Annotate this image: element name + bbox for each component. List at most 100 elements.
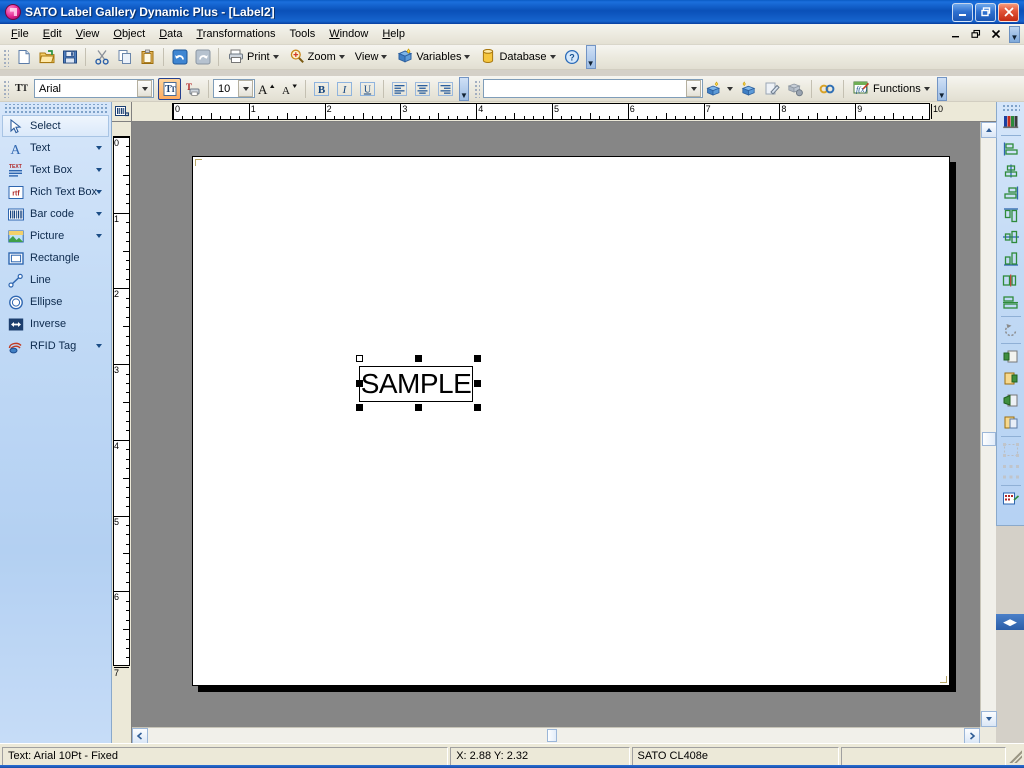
horizontal-ruler[interactable]: 0 1 2 3 4 5 6 7 8 9 10 (132, 102, 996, 122)
mdi-restore-button[interactable] (969, 27, 983, 41)
scroll-right-arrow[interactable] (964, 728, 980, 744)
format-toolbar-overflow[interactable]: ▼ (459, 76, 469, 101)
menu-view[interactable]: View (69, 26, 107, 42)
italic-icon[interactable]: I (333, 78, 356, 100)
vertical-scroll-thumb[interactable] (982, 432, 996, 446)
bring-to-front-icon[interactable] (999, 346, 1023, 368)
align-middle-objects-icon[interactable] (999, 226, 1023, 248)
label-canvas[interactable]: SAMPLE (132, 122, 980, 727)
open-icon[interactable] (35, 46, 58, 68)
font-size-combo[interactable]: 10 (213, 79, 255, 98)
distribute-vertical-icon[interactable] (999, 292, 1023, 314)
toolbox-item-picture[interactable]: Picture (2, 225, 109, 247)
send-backward-icon[interactable] (999, 412, 1023, 434)
variables-dropdown[interactable]: Variables (392, 45, 475, 70)
chevron-down-icon[interactable] (338, 55, 345, 59)
new-variable-icon[interactable] (738, 78, 761, 100)
selection-handle-mid-left[interactable] (356, 380, 363, 387)
chevron-down-icon[interactable] (923, 86, 930, 91)
align-bottom-objects-icon[interactable] (999, 248, 1023, 270)
chevron-down-icon[interactable] (96, 146, 102, 150)
variable-combo[interactable] (483, 79, 703, 98)
selection-handle-rotate[interactable] (356, 355, 363, 362)
variable-toolbar-grip[interactable] (473, 79, 480, 98)
align-right-icon[interactable] (434, 78, 457, 100)
align-right-objects-icon[interactable] (999, 182, 1023, 204)
horizontal-scrollbar[interactable] (132, 727, 980, 744)
rotate-icon[interactable] (999, 319, 1023, 341)
font-size-dropdown-arrow[interactable] (238, 80, 253, 97)
selection-handle-top-center[interactable] (415, 355, 422, 362)
bold-icon[interactable]: B (310, 78, 333, 100)
chevron-down-icon[interactable] (272, 55, 279, 59)
menu-data[interactable]: Data (152, 26, 189, 42)
save-icon[interactable] (58, 46, 81, 68)
variable-toolbar-overflow[interactable]: ▼ (936, 76, 947, 101)
toolbox-item-select[interactable]: Select (2, 115, 109, 137)
copy-icon[interactable] (113, 46, 136, 68)
menu-tools[interactable]: Tools (283, 26, 323, 42)
toolbox-item-line[interactable]: Line (2, 269, 109, 291)
font-name-dropdown-arrow[interactable] (137, 80, 152, 97)
toolbar-grip[interactable] (2, 47, 9, 67)
selection-handle-bottom-left[interactable] (356, 404, 363, 411)
link-variable-icon[interactable] (816, 78, 839, 100)
decrease-font-icon[interactable]: A (278, 78, 301, 100)
ruler-corner-button[interactable] (112, 102, 132, 122)
label-page[interactable]: SAMPLE (192, 156, 950, 686)
close-button[interactable] (998, 2, 1019, 22)
align-toolbar-grip[interactable] (1001, 104, 1020, 111)
redo-icon[interactable] (191, 46, 214, 68)
group-objects-icon[interactable] (999, 439, 1023, 461)
selection-handle-bottom-center[interactable] (415, 404, 422, 411)
increase-font-icon[interactable]: A (255, 78, 278, 100)
align-left-objects-icon[interactable] (999, 138, 1023, 160)
menu-transformations[interactable]: Transformations (189, 26, 282, 42)
printer-font-icon[interactable]: T (181, 78, 204, 100)
object-properties-icon[interactable] (999, 488, 1023, 510)
menu-file[interactable]: File (4, 26, 36, 42)
selection-handle-bottom-right[interactable] (474, 404, 481, 411)
distribute-horizontal-icon[interactable] (999, 270, 1023, 292)
print-dropdown[interactable]: Print (223, 45, 284, 70)
zoom-dropdown[interactable]: Zoom (284, 45, 350, 70)
vertical-scrollbar[interactable] (980, 122, 997, 727)
chevron-down-icon[interactable] (96, 212, 102, 216)
chevron-down-icon[interactable] (381, 55, 388, 59)
scroll-left-arrow[interactable] (132, 728, 148, 744)
standard-toolbar-overflow[interactable]: ▼ (585, 45, 596, 69)
minimize-button[interactable] (952, 2, 973, 22)
menu-window[interactable]: Window (322, 26, 375, 42)
variable-dropdown-arrow[interactable] (686, 80, 701, 97)
selection-handle-mid-right[interactable] (474, 380, 481, 387)
menu-help[interactable]: Help (375, 26, 412, 42)
font-name-combo[interactable]: Arial (34, 79, 154, 98)
text-object-sample[interactable]: SAMPLE (359, 366, 473, 402)
menu-edit[interactable]: Edit (36, 26, 69, 42)
chevron-down-icon[interactable] (96, 234, 102, 238)
toolbox-item-ellipse[interactable]: Ellipse (2, 291, 109, 313)
chevron-down-icon[interactable] (96, 168, 102, 172)
align-center-objects-icon[interactable] (999, 160, 1023, 182)
menubar-overflow-button[interactable]: ▼ (1009, 25, 1020, 43)
functions-dropdown[interactable]: f(x) Functions (848, 77, 935, 101)
mdi-close-button[interactable] (989, 27, 1003, 41)
scroll-down-arrow[interactable] (981, 711, 997, 727)
paste-icon[interactable] (136, 46, 159, 68)
menu-object[interactable]: Object (106, 26, 152, 42)
scroll-up-arrow[interactable] (981, 122, 997, 138)
new-icon[interactable] (12, 46, 35, 68)
variable-wizard-chevron-icon[interactable] (727, 86, 733, 91)
send-to-back-icon[interactable] (999, 368, 1023, 390)
toolbox-item-inverse[interactable]: Inverse (2, 313, 109, 335)
selection-handle-top-right[interactable] (474, 355, 481, 362)
edit-variable-icon[interactable] (761, 78, 784, 100)
horizontal-scroll-thumb[interactable] (547, 729, 557, 742)
ungroup-objects-icon[interactable] (999, 461, 1023, 483)
font-toggle-icon[interactable]: T T (158, 77, 181, 100)
color-palette-icon[interactable] (999, 111, 1023, 133)
chevron-down-icon[interactable] (549, 55, 556, 59)
bring-forward-icon[interactable] (999, 390, 1023, 412)
restore-button[interactable] (975, 2, 996, 22)
toolbox-item-rectangle[interactable]: Rectangle (2, 247, 109, 269)
